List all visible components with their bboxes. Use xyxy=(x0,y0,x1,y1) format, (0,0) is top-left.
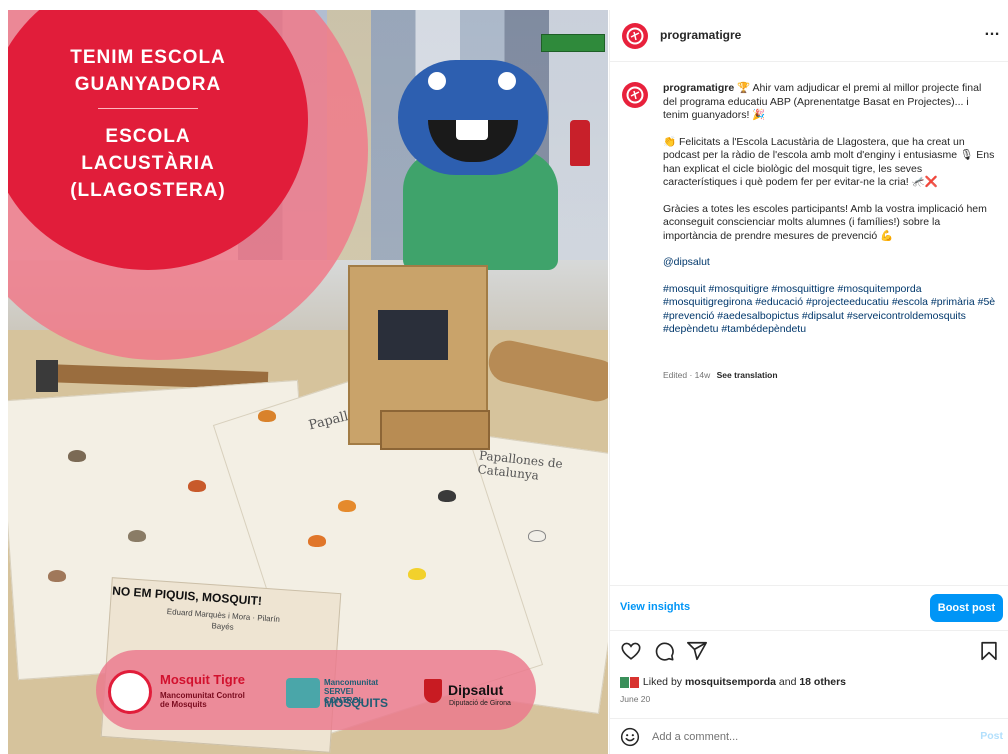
sponsor-name: Dipsalut xyxy=(448,682,504,698)
edited-timestamp: Edited · 14w xyxy=(663,370,711,380)
liked-by: Liked by mosquitsemporda and 18 others xyxy=(620,676,846,688)
view-insights-link[interactable]: View insights xyxy=(620,601,690,613)
post-comment-button[interactable]: Post xyxy=(980,730,1003,742)
sponsor-name: Mosquit Tigre xyxy=(160,672,245,687)
exit-sign xyxy=(541,34,605,52)
liker-avatar[interactable] xyxy=(630,676,639,688)
mascot-eye xyxy=(428,72,446,90)
post-meta: Edited · 14w See translation xyxy=(663,370,778,380)
post-sidebar: programatigre … programatigre 🏆 Ahir vam… xyxy=(609,10,1008,754)
post-date[interactable]: June 20 xyxy=(620,694,650,704)
post-actions xyxy=(610,638,1008,668)
badge-divider xyxy=(98,108,198,109)
butterfly-illustration xyxy=(188,480,206,492)
caption-paragraph: programatigre 🏆 Ahir vam adjudicar el pr… xyxy=(663,82,997,123)
panel-top-edge xyxy=(609,0,1008,10)
mascot-teeth xyxy=(456,120,488,140)
boost-post-button[interactable]: Boost post xyxy=(930,594,1003,622)
emoji-icon[interactable] xyxy=(620,727,640,747)
servei-control-mosquits-logo xyxy=(286,678,320,708)
liked-and: and xyxy=(775,676,800,688)
mascot-eye xyxy=(498,72,516,90)
liker-avatar[interactable] xyxy=(620,676,629,688)
butterfly-illustration xyxy=(528,530,546,542)
liked-others[interactable]: 18 others xyxy=(799,676,846,688)
box-label xyxy=(378,310,448,360)
share-icon[interactable] xyxy=(686,640,708,662)
badge-subtitle: ESCOLA LACUSTÀRIA (LLAGOSTERA) xyxy=(70,126,226,201)
dipsalut-shield-icon xyxy=(424,679,442,703)
mosquito-logo-icon xyxy=(626,27,644,45)
instagram-post-view: Papallones Papallones de Catalunya NO EM… xyxy=(0,0,1008,754)
liked-user[interactable]: mosquitsemporda xyxy=(685,676,776,688)
post-author-username[interactable]: programatigre xyxy=(660,28,741,42)
avatar[interactable] xyxy=(622,82,648,108)
caption-paragraph: 👏 Felicitats a l'Escola Lacustària de Ll… xyxy=(663,135,995,189)
mosquito-logo-icon xyxy=(626,86,644,104)
butterfly-illustration xyxy=(338,500,356,512)
hammer-head xyxy=(36,360,58,392)
insights-row: View insights Boost post xyxy=(610,585,1008,631)
bird-illustration xyxy=(128,530,146,542)
butterfly-illustration xyxy=(308,535,326,547)
mention-link[interactable]: @dipsalut xyxy=(663,256,997,270)
sponsor-name: MOSQUITS xyxy=(324,696,389,710)
butterfly-illustration xyxy=(408,568,426,580)
butterfly-illustration xyxy=(438,490,456,502)
avatar[interactable] xyxy=(622,23,648,49)
post-caption: programatigre 🏆 Ahir vam adjudicar el pr… xyxy=(663,82,997,350)
post-image[interactable]: Papallones Papallones de Catalunya NO EM… xyxy=(8,10,608,754)
liked-prefix: Liked by xyxy=(642,676,685,688)
bookmark-icon[interactable] xyxy=(978,640,1000,662)
comment-icon[interactable] xyxy=(653,640,675,662)
mosquit-tigre-logo xyxy=(108,670,152,714)
fire-extinguisher xyxy=(570,120,590,166)
badge-title: TENIM ESCOLA GUANYADORA xyxy=(70,47,226,95)
post-header: programatigre … xyxy=(610,10,1008,62)
caption-username[interactable]: programatigre xyxy=(663,82,734,94)
sponsor-subtitle: Mancomunitat Control de Mosquits xyxy=(160,691,245,709)
caption-paragraph: Gràcies a totes les escoles participants… xyxy=(663,202,987,242)
sponsor-subtitle: Diputació de Girona xyxy=(449,700,511,707)
bird-illustration xyxy=(48,570,66,582)
more-options-icon[interactable]: … xyxy=(984,22,1001,40)
hashtags[interactable]: #mosquit #mosquitigre #mosquittigre #mos… xyxy=(663,283,997,337)
see-translation-link[interactable]: See translation xyxy=(717,370,778,380)
comment-row: Post xyxy=(610,718,1008,754)
box-drawer xyxy=(380,410,490,450)
comment-input[interactable] xyxy=(652,727,952,747)
heart-icon[interactable] xyxy=(620,640,642,662)
butterfly-illustration xyxy=(258,410,276,422)
bird-illustration xyxy=(68,450,86,462)
